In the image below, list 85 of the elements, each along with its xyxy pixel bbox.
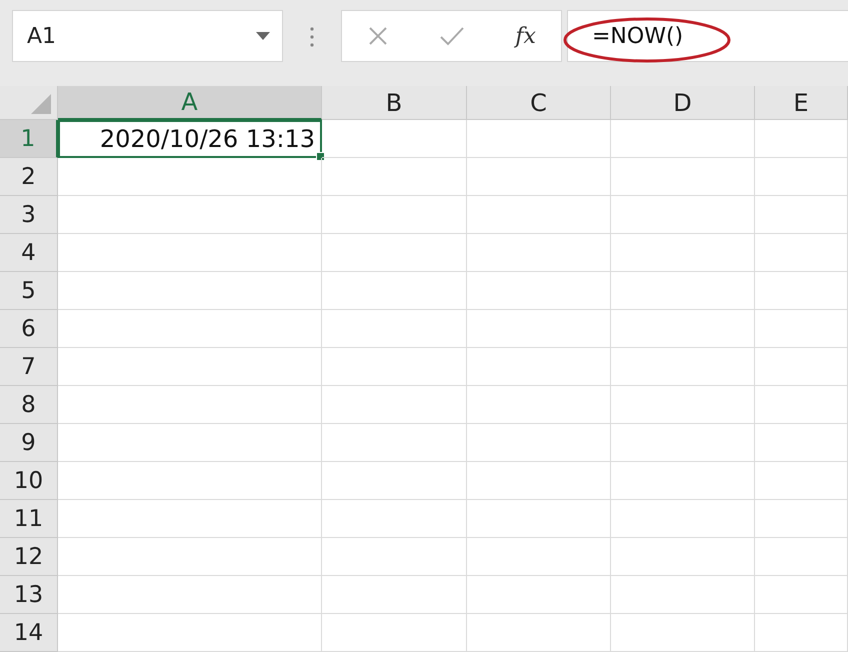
row-header[interactable]: 11 [0,500,58,538]
row-header[interactable]: 12 [0,538,58,576]
empty-cell[interactable] [611,462,755,500]
row-header[interactable]: 8 [0,386,58,424]
empty-cell[interactable] [322,120,467,158]
empty-cell[interactable] [467,120,611,158]
empty-cell[interactable] [322,158,467,196]
dropdown-caret-icon[interactable] [256,32,270,40]
empty-cell[interactable] [755,500,848,538]
empty-cell[interactable] [755,462,848,500]
empty-cell[interactable] [322,538,467,576]
empty-cell[interactable] [611,196,755,234]
insert-function-button[interactable]: fx [511,22,540,50]
empty-cell[interactable] [467,310,611,348]
empty-cell[interactable] [467,196,611,234]
empty-cell[interactable] [322,310,467,348]
empty-cell[interactable] [467,462,611,500]
empty-cell[interactable] [467,576,611,614]
empty-cell[interactable] [467,500,611,538]
select-all-triangle-icon[interactable] [31,94,51,114]
row-header[interactable]: 13 [0,576,58,614]
empty-cell[interactable] [467,348,611,386]
empty-cell[interactable] [467,614,611,652]
column-header[interactable]: E [755,86,848,120]
empty-cell[interactable] [467,158,611,196]
row-header[interactable]: 14 [0,614,58,652]
column-header[interactable]: A [58,86,322,120]
empty-cell[interactable] [611,538,755,576]
empty-cell[interactable] [322,272,467,310]
name-box[interactable]: A1 [12,10,283,62]
empty-cell[interactable] [755,158,848,196]
cell-reference: A1 [27,24,56,48]
empty-cell[interactable] [467,234,611,272]
row-header[interactable]: 9 [0,424,58,462]
row-header[interactable]: 7 [0,348,58,386]
empty-cell[interactable] [322,424,467,462]
empty-cell[interactable] [755,272,848,310]
row-header[interactable]: 10 [0,462,58,500]
empty-cell[interactable] [611,386,755,424]
empty-cell[interactable] [467,538,611,576]
formula-text: =NOW() [592,24,684,48]
formula-field[interactable]: =NOW() [567,10,848,62]
row-header[interactable]: 5 [0,272,58,310]
empty-cell[interactable] [611,614,755,652]
empty-cell[interactable] [755,310,848,348]
empty-cell[interactable] [611,576,755,614]
empty-cell[interactable] [467,424,611,462]
empty-cell[interactable] [755,196,848,234]
empty-cell[interactable] [755,234,848,272]
empty-cell[interactable] [322,386,467,424]
empty-cell[interactable] [755,120,848,158]
column-header[interactable]: D [611,86,755,120]
empty-cell[interactable] [611,424,755,462]
empty-cell[interactable] [322,576,467,614]
empty-cell[interactable] [322,234,467,272]
empty-cell[interactable] [611,158,755,196]
empty-cell[interactable] [467,386,611,424]
date-time-cell[interactable]: 2020/10/26 13:13 [58,120,322,158]
row-header[interactable]: 2 [0,158,58,196]
fill-handle[interactable] [316,152,325,161]
empty-cell[interactable] [611,272,755,310]
row-header[interactable]: 1 [0,120,58,158]
empty-cell[interactable] [755,576,848,614]
empty-cell[interactable] [322,614,467,652]
row-header[interactable]: 6 [0,310,58,348]
empty-cell[interactable] [322,348,467,386]
empty-cell[interactable] [755,424,848,462]
empty-cell[interactable] [611,348,755,386]
column-header[interactable]: B [322,86,467,120]
empty-cell[interactable] [322,462,467,500]
empty-cell[interactable] [611,500,755,538]
empty-cell[interactable] [322,500,467,538]
empty-cell[interactable] [755,538,848,576]
empty-cell[interactable] [755,386,848,424]
empty-cell[interactable] [611,234,755,272]
row-header[interactable]: 4 [0,234,58,272]
row-header[interactable]: 3 [0,196,58,234]
empty-cell[interactable] [755,614,848,652]
empty-cell[interactable] [322,196,467,234]
empty-cell[interactable] [467,272,611,310]
column-header[interactable]: C [467,86,611,120]
empty-cell[interactable] [611,120,755,158]
empty-cell[interactable] [611,310,755,348]
more-options-icon[interactable] [309,26,315,48]
empty-cell[interactable] [755,348,848,386]
